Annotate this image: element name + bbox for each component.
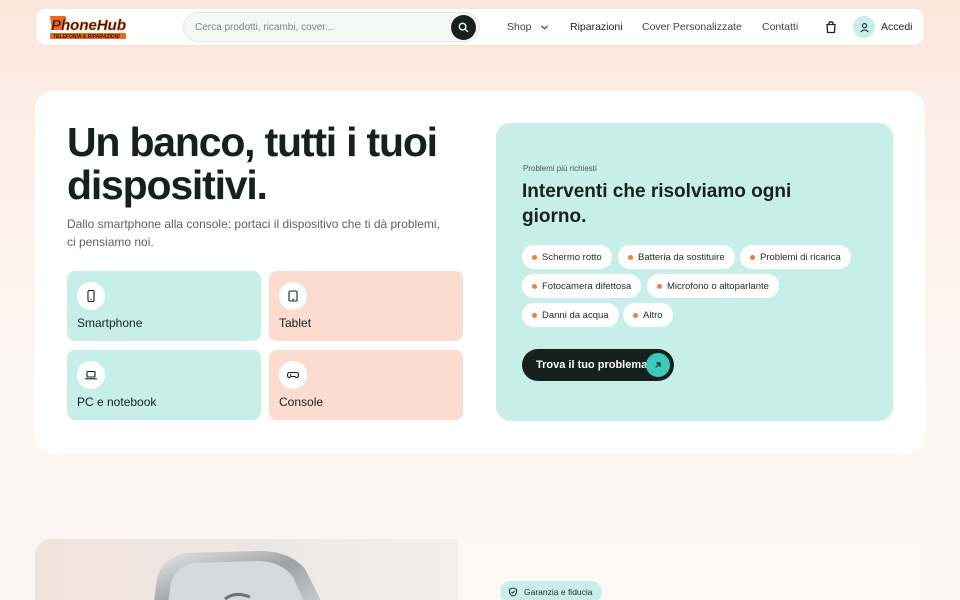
category-label: Tablet — [279, 316, 312, 330]
device-photo — [35, 539, 458, 600]
bag-icon[interactable] — [824, 20, 838, 34]
problem-chip[interactable]: Microfono o altoparlante — [647, 274, 779, 298]
problem-chip-label: Batteria da sostituire — [638, 251, 725, 263]
category-console[interactable]: Console — [269, 350, 463, 420]
find-problem-button[interactable]: Trova il tuo problema — [522, 349, 674, 381]
problem-chip-label: Microfono o altoparlante — [667, 280, 769, 292]
hero-title: Un banco, tutti i tuoi dispositivi. — [67, 119, 438, 208]
problems-kicker: Problemi più richiesti — [523, 164, 597, 173]
bullet-dot — [628, 254, 633, 260]
search-input[interactable] — [195, 21, 435, 33]
bullet-dot — [532, 312, 537, 318]
bullet-dot — [750, 254, 755, 260]
login-label: Accedi — [881, 21, 913, 33]
bullet-dot — [657, 283, 662, 289]
find-problem-label: Trova il tuo problema — [536, 359, 648, 371]
search-bar — [183, 12, 480, 42]
bullet-dot — [532, 254, 537, 260]
shield-check-icon — [509, 587, 517, 597]
nav-contatti-label: Contatti — [762, 21, 799, 33]
problem-chip[interactable]: Altro — [623, 303, 673, 327]
laptop-icon — [77, 361, 105, 389]
problem-chip[interactable]: Fotocamera difettosa — [522, 274, 642, 298]
problem-chip[interactable]: Problemi di ricarica — [740, 245, 851, 269]
arrow-up-right-icon — [646, 353, 670, 377]
nav-cover-personalizzate[interactable]: Cover Personalizzate — [642, 9, 742, 45]
guarantee-badge: Garanzia e fiducia — [500, 581, 602, 600]
svg-text:TELEFONIA & RIPARAZIONI: TELEFONIA & RIPARAZIONI — [53, 34, 120, 40]
smartphone-icon — [77, 282, 105, 310]
hero-card: Un banco, tutti i tuoi dispositivi. Dall… — [35, 91, 925, 453]
search-button[interactable] — [451, 15, 476, 40]
device-illustration — [154, 551, 321, 600]
search-icon — [458, 22, 469, 33]
hero-subtitle: Dallo smartphone alla console: portaci i… — [67, 217, 440, 249]
problem-chip-label: Schermo rotto — [542, 251, 602, 263]
problem-chip-label: Problemi di ricarica — [760, 251, 841, 263]
bullet-dot — [633, 312, 638, 318]
nav-riparazioni[interactable]: Riparazioni — [570, 9, 623, 45]
category-label: PC e notebook — [77, 395, 157, 409]
gamepad-icon — [279, 361, 307, 389]
category-label: Console — [279, 395, 324, 409]
problem-chip-label: Danni da acqua — [542, 309, 609, 321]
problem-chip[interactable]: Danni da acqua — [522, 303, 619, 327]
phonehub-logo[interactable]: PhoneHub TELEFONIA & RIPARAZIONI — [48, 13, 128, 41]
problems-title: Interventi che risolviamo ogni giorno. — [522, 181, 792, 227]
category-smartphone[interactable]: Smartphone — [67, 271, 261, 341]
tablet-icon — [279, 282, 307, 310]
user-avatar-button[interactable] — [853, 16, 875, 38]
category-pc-notebook[interactable]: PC e notebook — [67, 350, 261, 420]
nav-contatti[interactable]: Contatti — [762, 9, 798, 45]
category-tablet[interactable]: Tablet — [269, 271, 463, 341]
nav-cover-label: Cover Personalizzate — [642, 21, 742, 33]
nav-shop-label: Shop — [507, 21, 532, 33]
chevron-down-icon — [540, 25, 548, 30]
user-icon — [859, 22, 869, 32]
problems-panel: Problemi più richiesti Interventi che ri… — [496, 123, 893, 421]
svg-text:PhoneHub: PhoneHub — [51, 17, 126, 34]
bullet-dot — [532, 283, 537, 289]
problem-chip[interactable]: Batteria da sostituire — [618, 245, 735, 269]
trust-section: Garanzia e fiducia — [458, 539, 925, 600]
problem-chip[interactable]: Schermo rotto — [522, 245, 612, 269]
guarantee-badge-label: Garanzia e fiducia — [524, 587, 593, 597]
login-link[interactable]: Accedi — [881, 9, 913, 45]
problem-chip-label: Fotocamera difettosa — [542, 280, 632, 292]
nav-riparazioni-label: Riparazioni — [570, 21, 623, 33]
top-navbar: PhoneHub TELEFONIA & RIPARAZIONI Shop Ri… — [36, 9, 924, 45]
category-label: Smartphone — [77, 316, 143, 330]
problem-chip-label: Altro — [643, 309, 663, 321]
nav-shop[interactable]: Shop — [507, 9, 549, 45]
